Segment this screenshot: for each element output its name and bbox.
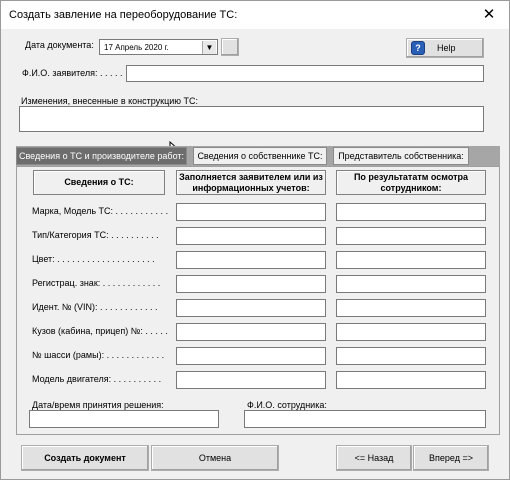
- chevron-down-icon[interactable]: ▼: [202, 41, 216, 54]
- decision-datetime-label: Дата/время принятия решения:: [32, 400, 164, 410]
- vin-inspection-input[interactable]: [336, 299, 486, 317]
- forward-button[interactable]: Вперед =>: [413, 445, 489, 471]
- chassis-inspection-input[interactable]: [336, 347, 486, 365]
- row-label-reg-plate: Регистрац. знак: . . . . . . . . . . . .: [32, 278, 161, 288]
- make-model-inspection-input[interactable]: [336, 203, 486, 221]
- color-inspection-input[interactable]: [336, 251, 486, 269]
- tab-vehicle-info[interactable]: Сведения о ТС и производителе работ:: [16, 147, 187, 165]
- cancel-button[interactable]: Отмена: [151, 445, 279, 471]
- tab-owner-representative[interactable]: Представитель собственника:: [333, 147, 469, 165]
- vin-applicant-input[interactable]: [176, 299, 326, 317]
- col-header-vehicle: Сведения о ТС:: [33, 170, 165, 195]
- body-applicant-input[interactable]: [176, 323, 326, 341]
- title-bar: Создать завление на переоборудование ТС:…: [1, 1, 509, 29]
- date-picker[interactable]: 17 Апрель 2020 г. ▼: [99, 39, 218, 55]
- employee-input[interactable]: [244, 410, 486, 428]
- chassis-applicant-input[interactable]: [176, 347, 326, 365]
- applicant-input[interactable]: [126, 65, 484, 82]
- reg-plate-applicant-input[interactable]: [176, 275, 326, 293]
- create-document-button[interactable]: Создать документ: [21, 445, 149, 471]
- help-label: Help: [437, 43, 456, 53]
- make-model-applicant-input[interactable]: [176, 203, 326, 221]
- engine-inspection-input[interactable]: [336, 371, 486, 389]
- help-icon: ?: [411, 41, 425, 55]
- date-label: Дата документа:: [25, 40, 94, 50]
- reg-plate-inspection-input[interactable]: [336, 275, 486, 293]
- help-button[interactable]: ? Help: [406, 38, 484, 58]
- date-value: 17 Апрель 2020 г.: [104, 42, 169, 52]
- changes-input[interactable]: [19, 106, 484, 132]
- engine-applicant-input[interactable]: [176, 371, 326, 389]
- row-label-body: Кузов (кабина, прицеп) №: . . . . .: [32, 326, 168, 336]
- changes-label: Изменения, внесенные в конструкцию ТС:: [21, 96, 199, 106]
- row-label-make-model: Марка, Модель ТС: . . . . . . . . . . .: [32, 206, 169, 216]
- col-header-inspection: По результататм осмотра сотрудником:: [336, 170, 486, 195]
- color-applicant-input[interactable]: [176, 251, 326, 269]
- type-category-inspection-input[interactable]: [336, 227, 486, 245]
- dialog-window: Создать завление на переоборудование ТС:…: [0, 0, 510, 480]
- applicant-label: Ф.И.О. заявителя: . . . . .: [22, 68, 123, 78]
- close-icon[interactable]: ✕: [479, 5, 499, 25]
- row-label-type-category: Тип/Категория ТС: . . . . . . . . . .: [32, 230, 159, 240]
- back-button[interactable]: <= Назад: [336, 445, 412, 471]
- row-label-chassis: № шасси (рамы): . . . . . . . . . . . .: [32, 350, 165, 360]
- row-label-vin: Идент. № (VIN): . . . . . . . . . . . .: [32, 302, 158, 312]
- col-header-applicant: Заполняется заявителем или из информацио…: [176, 170, 326, 195]
- type-category-applicant-input[interactable]: [176, 227, 326, 245]
- row-label-color: Цвет: . . . . . . . . . . . . . . . . . …: [32, 254, 155, 264]
- tab-owner-info[interactable]: Сведения о собственнике ТС:: [193, 147, 327, 165]
- window-title: Создать завление на переоборудование ТС:: [9, 9, 238, 21]
- decision-datetime-input[interactable]: [29, 410, 219, 428]
- date-extra-button[interactable]: [221, 38, 239, 56]
- body-inspection-input[interactable]: [336, 323, 486, 341]
- row-label-engine: Модель двигателя: . . . . . . . . . .: [32, 374, 162, 384]
- employee-label: Ф.И.О. сотрудника:: [247, 400, 327, 410]
